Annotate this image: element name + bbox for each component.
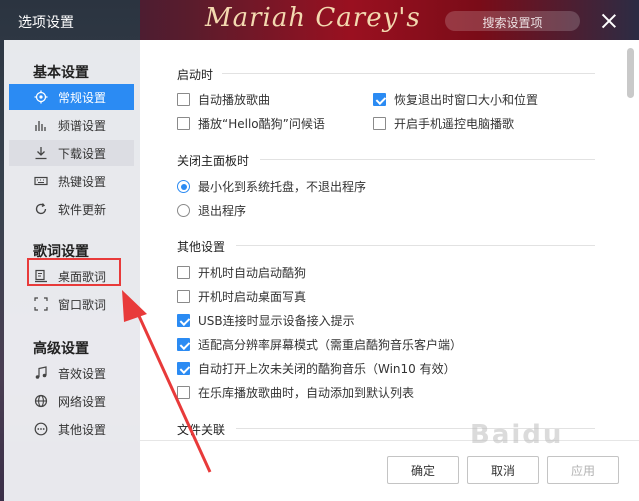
group-title-close-panel: 关闭主面板时 [177, 154, 250, 168]
spectrum-icon [34, 118, 48, 132]
sidebar-item-label: 频谱设置 [58, 118, 107, 133]
checkbox[interactable] [373, 93, 386, 106]
option-hello-greeting[interactable]: 播放“Hello酷狗”问候语 [177, 115, 325, 132]
sidebar-item-audio-effect[interactable]: 音效设置 [9, 360, 134, 386]
option-usb-prompt[interactable]: USB连接时显示设备接入提示 [177, 312, 355, 329]
option-phone-remote[interactable]: 开启手机遥控电脑播歌 [373, 115, 514, 132]
scrollbar-thumb[interactable] [627, 48, 634, 98]
search-input[interactable]: 搜索设置项 [445, 11, 580, 31]
checkbox[interactable] [177, 386, 190, 399]
option-label: 恢复退出时窗口大小和位置 [394, 93, 539, 107]
sidebar-section-title: 高级设置 [33, 341, 89, 357]
option-auto-add-list[interactable]: 在乐库播放歌曲时，自动添加到默认列表 [177, 384, 414, 401]
group-title-startup: 启动时 [177, 68, 214, 82]
checkbox[interactable] [177, 314, 190, 327]
sidebar-item-label: 热键设置 [58, 174, 107, 189]
option-restore-window[interactable]: 恢复退出时窗口大小和位置 [373, 91, 538, 108]
sidebar-item-label: 软件更新 [58, 202, 107, 217]
ok-button[interactable]: 确定 [387, 456, 459, 484]
window-lyrics-icon [34, 297, 48, 311]
sidebar-item-label: 其他设置 [58, 422, 107, 437]
checkbox[interactable] [177, 290, 190, 303]
checkbox[interactable] [177, 362, 190, 375]
watermark: Baidu [470, 420, 564, 450]
sidebar-item-label: 音效设置 [58, 366, 107, 381]
apply-button[interactable]: 应用 [547, 456, 619, 484]
sidebar-item-window-lyrics[interactable]: 窗口歌词 [9, 291, 134, 317]
sidebar-item-update[interactable]: 软件更新 [9, 196, 134, 222]
option-label: 退出程序 [198, 204, 247, 218]
option-label: 自动播放歌曲 [198, 93, 271, 107]
option-autostart[interactable]: 开机时自动启动酷狗 [177, 264, 306, 281]
option-label: 开机时启动桌面写真 [198, 290, 307, 304]
scrollbar[interactable] [625, 40, 639, 440]
network-icon [34, 394, 48, 408]
sidebar-item-general[interactable]: 常规设置 [9, 84, 134, 110]
option-reopen-last[interactable]: 自动打开上次未关闭的酷狗音乐（Win10 有效） [177, 360, 456, 377]
option-label: 开机时自动启动酷狗 [198, 266, 307, 280]
checkbox[interactable] [373, 117, 386, 130]
radio-button[interactable] [177, 180, 190, 193]
option-label: 开启手机遥控电脑播歌 [394, 117, 515, 131]
title-bar: 选项设置 搜索设置项 [0, 0, 639, 40]
checkbox[interactable] [177, 338, 190, 351]
option-label: 最小化到系统托盘，不退出程序 [198, 180, 367, 194]
divider [222, 73, 595, 74]
divider [236, 245, 595, 246]
divider [260, 159, 595, 160]
radio-button[interactable] [177, 204, 190, 217]
option-label: 自动打开上次未关闭的酷狗音乐（Win10 有效） [198, 362, 456, 376]
gear-icon [34, 90, 48, 104]
checkbox[interactable] [177, 117, 190, 130]
annotation-highlight-box [27, 258, 121, 286]
sidebar-item-hotkeys[interactable]: 热键设置 [9, 168, 134, 194]
sidebar-item-label: 下载设置 [58, 146, 107, 161]
update-icon [34, 202, 48, 216]
sidebar-section-title: 基本设置 [33, 65, 89, 81]
close-icon[interactable] [600, 13, 618, 31]
sidebar-item-label: 窗口歌词 [58, 297, 107, 312]
option-desktop-photo[interactable]: 开机时启动桌面写真 [177, 288, 306, 305]
sidebar-item-download[interactable]: 下载设置 [9, 140, 134, 166]
option-label: 播放“Hello酷狗”问候语 [198, 117, 325, 131]
window-title: 选项设置 [18, 15, 74, 31]
checkbox[interactable] [177, 93, 190, 106]
option-high-dpi[interactable]: 适配高分辨率屏幕模式（需重启酷狗音乐客户端） [177, 336, 462, 353]
download-icon [34, 146, 48, 160]
cancel-button[interactable]: 取消 [467, 456, 539, 484]
group-title-other: 其他设置 [177, 240, 226, 254]
option-label: 在乐库播放歌曲时，自动添加到默认列表 [198, 386, 415, 400]
checkbox[interactable] [177, 266, 190, 279]
audio-effect-icon [34, 366, 48, 380]
more-icon [34, 422, 48, 436]
group-title-file-assoc: 文件关联 [177, 423, 226, 437]
option-exit-program[interactable]: 退出程序 [177, 202, 246, 219]
option-minimize-tray[interactable]: 最小化到系统托盘，不退出程序 [177, 178, 366, 195]
sidebar-item-spectrum[interactable]: 频谱设置 [9, 112, 134, 138]
option-label: USB连接时显示设备接入提示 [198, 314, 355, 328]
sidebar-item-label: 网络设置 [58, 394, 107, 409]
option-auto-play[interactable]: 自动播放歌曲 [177, 91, 270, 108]
keyboard-icon [34, 174, 48, 188]
sidebar-item-network[interactable]: 网络设置 [9, 388, 134, 414]
sidebar-item-label: 常规设置 [58, 90, 107, 105]
option-label: 适配高分辨率屏幕模式（需重启酷狗音乐客户端） [198, 338, 463, 352]
sidebar-item-other[interactable]: 其他设置 [9, 416, 134, 442]
